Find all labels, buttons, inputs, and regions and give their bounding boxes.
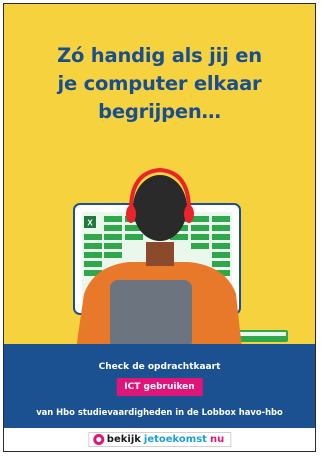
brand-part2: jetoekomst [143,434,207,445]
cta-line1: Check de opdrachtkaart [98,362,221,372]
person-neck [146,242,174,266]
brand-part1: bekijk [106,434,141,445]
ict-badge: ICT gebruiken [116,378,203,396]
svg-text:X: X [87,219,93,228]
cta-line2: van Hbo studievaardigheden in de Lobbox … [36,407,283,417]
poster: Zó handig als jij en je computer elkaar … [3,3,316,452]
brand-logo[interactable]: bekijk jetoekomst nu [87,432,232,447]
illustration: X [73,167,288,349]
cta-panel: Check de opdrachtkaart ICT gebruiken van… [4,344,315,428]
headline: Zó handig als jij en je computer elkaar … [57,44,262,123]
brand-part3: nu [209,434,225,445]
chair [110,280,192,349]
person-hair [133,175,187,241]
excel-icon: X [84,216,96,228]
logo-dot-icon [92,434,104,445]
footer: bekijk jetoekomst nu [4,428,315,451]
